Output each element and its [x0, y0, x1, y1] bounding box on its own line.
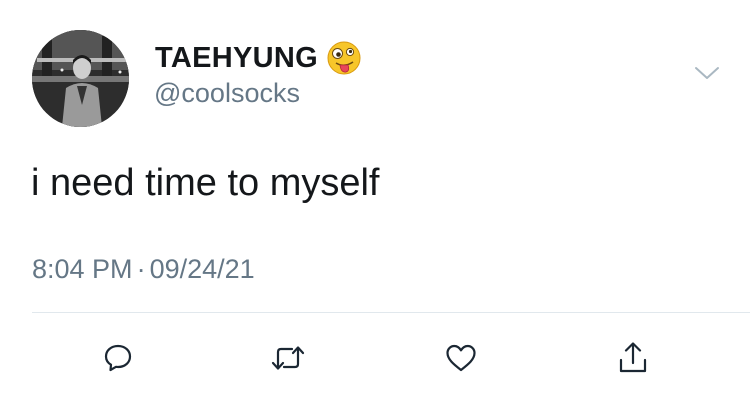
tweet-time: 8:04 PM — [32, 254, 133, 284]
avatar[interactable] — [32, 30, 129, 127]
user-handle[interactable]: @coolsocks — [154, 78, 300, 109]
profile-photo-icon — [32, 30, 129, 127]
reply-button[interactable] — [98, 338, 138, 378]
zany-face-emoji-icon — [327, 41, 361, 75]
tweet-timestamp[interactable]: 8:04 PM · 09/24/21 — [32, 254, 255, 285]
like-button[interactable] — [441, 338, 481, 378]
share-icon — [619, 342, 647, 373]
tweet-card: TAEHYUNG @coolsocks i need time to mysel… — [0, 0, 750, 401]
display-name[interactable]: TAEHYUNG — [155, 42, 318, 75]
retweet-arrows-icon — [271, 346, 305, 370]
display-name-row[interactable]: TAEHYUNG — [155, 40, 362, 76]
speech-bubble-icon — [104, 344, 132, 372]
heart-icon — [446, 344, 476, 372]
tweet-text: i need time to myself — [31, 162, 380, 204]
action-bar — [0, 338, 750, 378]
share-button[interactable] — [613, 338, 653, 378]
divider — [32, 312, 750, 313]
chevron-down-icon[interactable] — [693, 63, 721, 83]
tweet-date: 09/24/21 — [149, 254, 255, 284]
retweet-button[interactable] — [268, 338, 308, 378]
timestamp-separator: · — [136, 254, 146, 284]
